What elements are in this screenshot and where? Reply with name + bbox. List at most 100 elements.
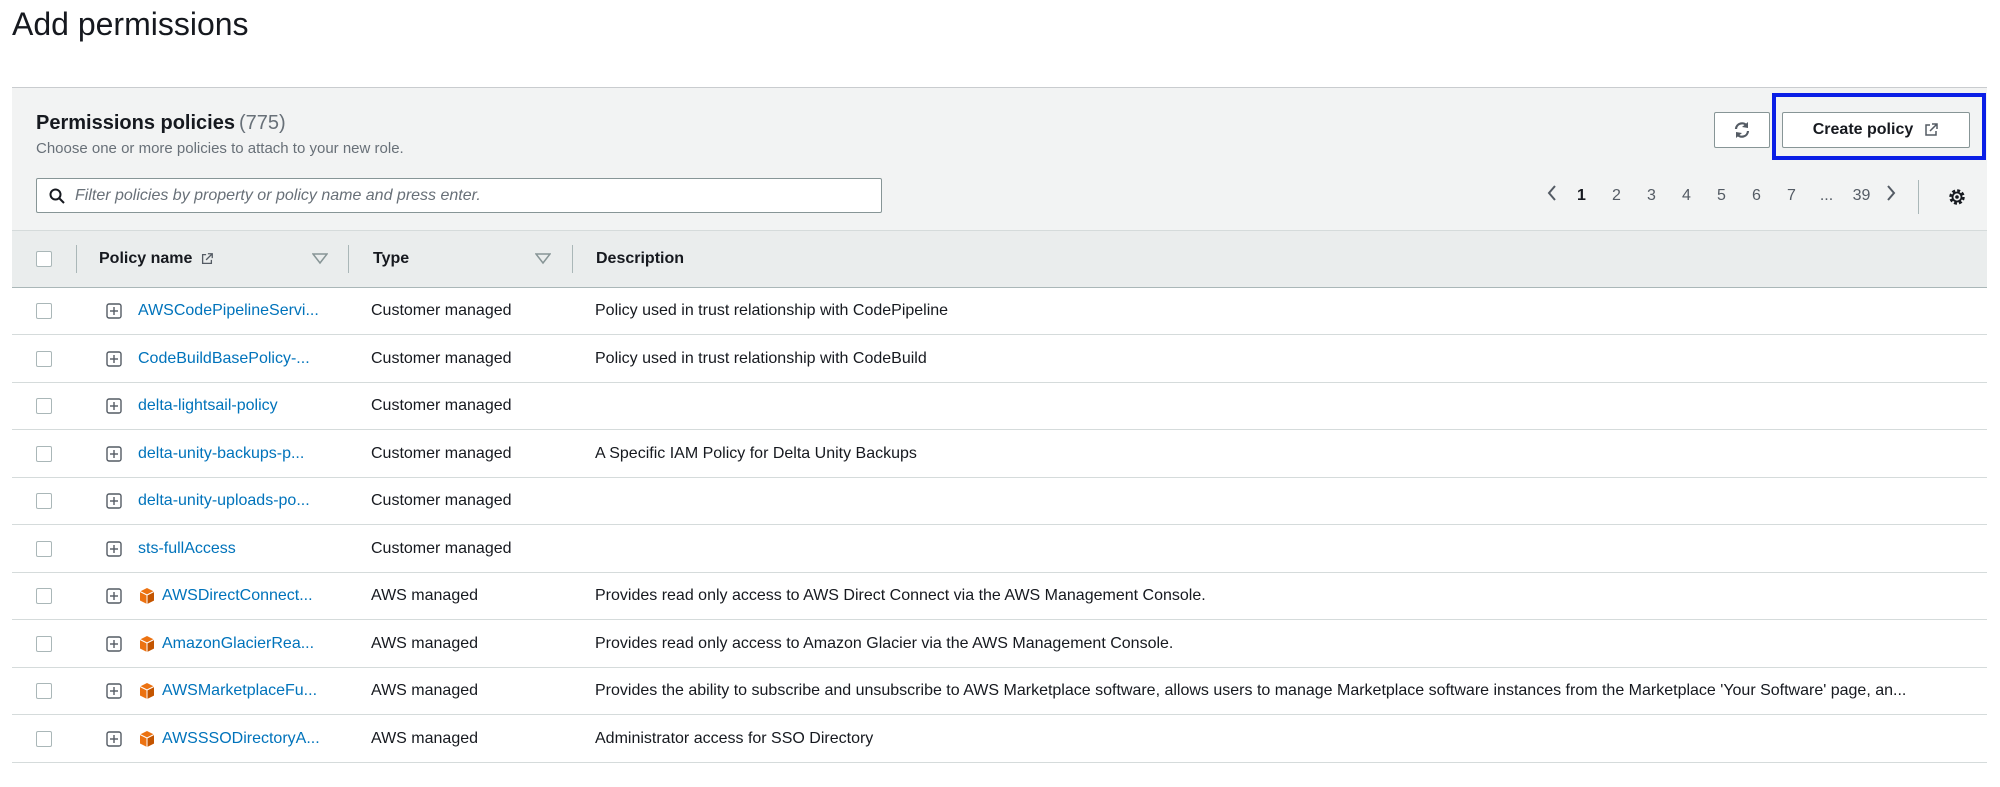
page-4-button[interactable]: 4 [1669, 187, 1704, 205]
expand-plus-icon [106, 588, 122, 604]
row-checkbox-cell [36, 621, 52, 667]
column-divider[interactable] [348, 245, 349, 273]
expand-plus-icon [106, 730, 122, 747]
expand-plus-icon [106, 398, 122, 414]
policy-name-cell: AmazonGlacierRea... [138, 621, 314, 667]
policy-name-cell: sts-fullAccess [138, 526, 236, 572]
expand-row-button[interactable] [106, 573, 122, 619]
row-checkbox[interactable] [36, 303, 52, 319]
aws-managed-cube-icon [138, 682, 156, 700]
expand-row-button[interactable] [106, 383, 122, 429]
previous-page-button[interactable] [1540, 184, 1564, 208]
column-divider[interactable] [572, 245, 573, 273]
policy-name-link[interactable]: AWSMarketplaceFu... [162, 682, 317, 700]
table-row[interactable]: AWSSSODirectoryA... AWS managed Administra… [12, 715, 1987, 763]
preferences-button[interactable] [1944, 184, 1970, 210]
expand-row-button[interactable] [106, 336, 122, 382]
page-6-button[interactable]: 6 [1739, 187, 1774, 205]
row-checkbox[interactable] [36, 493, 52, 509]
policy-filter-search[interactable] [36, 178, 882, 213]
refresh-button[interactable] [1714, 112, 1770, 148]
panel-header: Permissions policies (775) Choose one or … [12, 88, 1987, 230]
table-row[interactable]: delta-unity-backups-p... Customer managed… [12, 430, 1987, 478]
policy-name-link[interactable]: delta-unity-uploads-po... [138, 492, 310, 510]
policy-name-link[interactable]: AWSDirectConnect... [162, 587, 313, 605]
policy-description-cell [595, 478, 1975, 524]
expand-plus-icon [106, 540, 122, 557]
table-row[interactable]: AWSDirectConnect... AWS managed Provides r… [12, 573, 1987, 620]
panel-description: Choose one or more policies to attach to… [36, 140, 404, 157]
expand-plus-icon [106, 445, 122, 462]
page-39-button[interactable]: 39 [1844, 187, 1879, 205]
row-checkbox-cell [36, 336, 52, 382]
policy-name-link[interactable]: sts-fullAccess [138, 540, 236, 558]
table-row[interactable]: delta-unity-uploads-po... Customer manage… [12, 478, 1987, 525]
policy-name-link[interactable]: delta-lightsail-policy [138, 397, 278, 415]
policy-type-cell: Customer managed [371, 539, 512, 557]
pagination: 1 2 3 4 5 6 7 ... 39 [1540, 182, 1903, 210]
table-row[interactable]: sts-fullAccess Customer managed [12, 525, 1987, 573]
policy-name-link[interactable]: AmazonGlacierRea... [162, 635, 314, 653]
policy-description-cell: Policy used in trust relationship with C… [595, 349, 927, 367]
table-row[interactable]: CodeBuildBasePolicy-... Customer managed P… [12, 335, 1987, 383]
policy-name-cell: CodeBuildBasePolicy-... [138, 336, 310, 382]
policy-type-cell: Customer managed [371, 397, 512, 414]
row-checkbox[interactable] [36, 445, 52, 462]
page-7-button[interactable]: 7 [1774, 187, 1809, 205]
gear-icon [1949, 189, 1965, 205]
row-checkbox[interactable] [36, 730, 52, 747]
table-row[interactable]: AWSMarketplaceFu... AWS managed Provides t… [12, 668, 1987, 715]
sort-caret-icon[interactable] [312, 253, 328, 265]
expand-row-button[interactable] [106, 621, 122, 667]
search-input[interactable] [75, 186, 855, 205]
row-checkbox[interactable] [36, 350, 52, 367]
policy-name-link[interactable]: CodeBuildBasePolicy-... [138, 350, 310, 368]
policy-name-link[interactable]: AWSCodePipelineServi... [138, 302, 319, 320]
chevron-right-icon [1887, 185, 1896, 201]
table-row[interactable]: AmazonGlacierRea... AWS managed Provides r… [12, 620, 1987, 668]
expand-row-button[interactable] [106, 716, 122, 762]
expand-plus-icon [106, 493, 122, 509]
policy-name-cell: AWSCodePipelineServi... [138, 288, 319, 334]
policy-type-cell: Customer managed [371, 444, 512, 462]
page-title: Add permissions [12, 6, 249, 42]
row-checkbox-cell [36, 526, 52, 572]
page-1-button[interactable]: 1 [1564, 187, 1599, 205]
expand-plus-icon [106, 683, 122, 699]
expand-row-button[interactable] [106, 668, 122, 714]
expand-row-button[interactable] [106, 478, 122, 524]
table-row[interactable]: delta-lightsail-policy Customer managed [12, 383, 1987, 430]
page-2-button[interactable]: 2 [1599, 187, 1634, 205]
policy-name-cell: delta-unity-uploads-po... [138, 478, 310, 524]
policy-type-cell: AWS managed [371, 682, 479, 699]
policy-description-cell: A Specific IAM Policy for Delta Unity Ba… [595, 444, 917, 462]
row-checkbox[interactable] [36, 540, 52, 557]
row-checkbox[interactable] [36, 588, 52, 604]
column-header-type[interactable]: Type [373, 231, 409, 287]
row-checkbox-cell [36, 288, 52, 334]
pager-divider [1918, 180, 1919, 214]
next-page-button[interactable] [1879, 184, 1903, 208]
table-row[interactable]: AWSCodePipelineServi... Customer managed P… [12, 288, 1987, 335]
row-checkbox[interactable] [36, 683, 52, 699]
expand-row-button[interactable] [106, 288, 122, 334]
policy-type-cell: Customer managed [371, 349, 512, 367]
select-all-checkbox[interactable] [36, 251, 52, 267]
sort-caret-icon[interactable] [535, 253, 551, 265]
table-header: Policy name Type Description [12, 230, 1987, 288]
permissions-policies-panel: Permissions policies (775) Choose one or … [12, 87, 1987, 787]
policy-name-link[interactable]: delta-unity-backups-p... [138, 445, 304, 463]
row-checkbox[interactable] [36, 398, 52, 414]
row-checkbox[interactable] [36, 635, 52, 652]
row-checkbox-cell [36, 668, 52, 714]
policy-description-cell [595, 383, 1975, 429]
column-header-policy-name-label: Policy name [99, 250, 193, 267]
expand-row-button[interactable] [106, 431, 122, 477]
policy-type-cell: Customer managed [371, 302, 512, 319]
policy-name-link[interactable]: AWSSSODirectoryA... [162, 730, 320, 748]
page-3-button[interactable]: 3 [1634, 187, 1669, 205]
page-5-button[interactable]: 5 [1704, 187, 1739, 205]
column-header-policy-name[interactable]: Policy name [99, 231, 214, 287]
column-divider[interactable] [76, 245, 77, 273]
expand-row-button[interactable] [106, 526, 122, 572]
